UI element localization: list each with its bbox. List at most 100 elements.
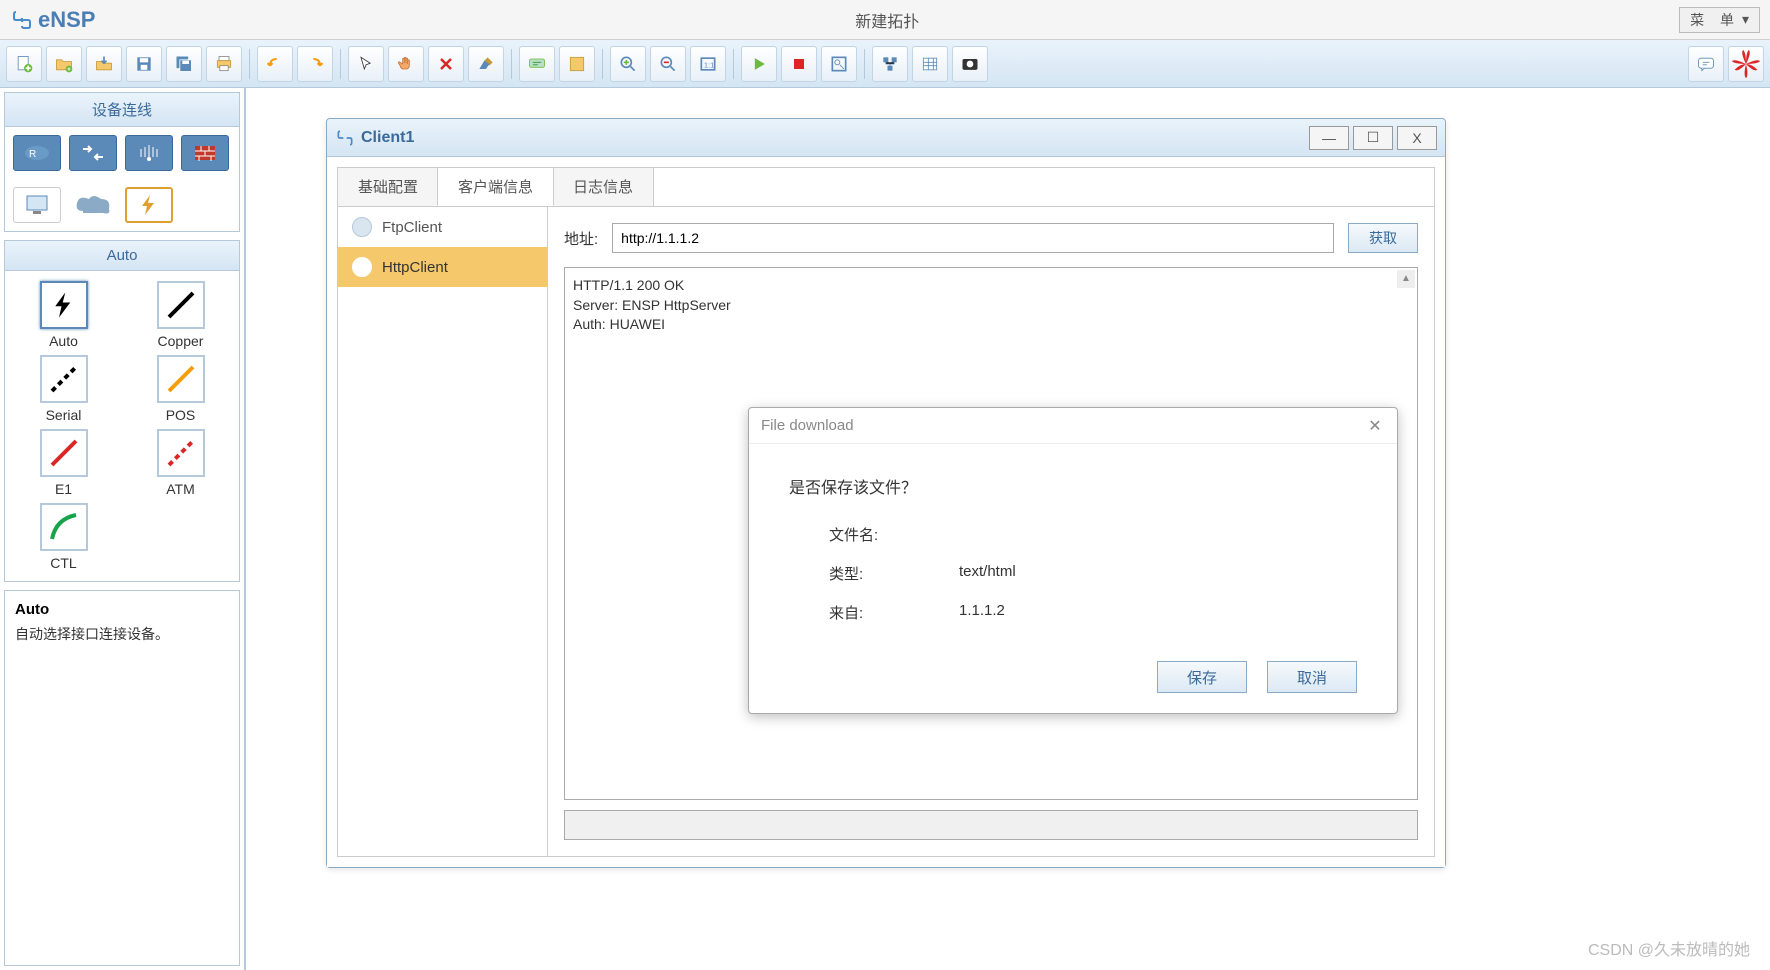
save-button[interactable]	[126, 46, 162, 82]
client-tabs: 基础配置 客户端信息 日志信息	[338, 168, 1434, 207]
pc-icon[interactable]	[13, 187, 61, 223]
save-file-button[interactable]: 保存	[1157, 661, 1247, 693]
screenshot-button[interactable]	[952, 46, 988, 82]
svg-text:1:1: 1:1	[704, 60, 714, 69]
svg-text:R: R	[29, 149, 36, 160]
cable-pos[interactable]: POS	[132, 355, 229, 423]
fit-button[interactable]: 1:1	[690, 46, 726, 82]
cable-auto[interactable]: Auto	[15, 281, 112, 349]
cable-label: POS	[166, 407, 196, 423]
type-value: text/html	[959, 563, 1016, 584]
open-button[interactable]	[46, 46, 82, 82]
response-text: HTTP/1.1 200 OK Server: ENSP HttpServer …	[573, 276, 1409, 335]
main-menu-button[interactable]: 菜 单	[1679, 7, 1760, 33]
help-button[interactable]	[1688, 46, 1724, 82]
sidebar-auto-header: Auto	[5, 241, 239, 271]
zoom-out-button[interactable]	[650, 46, 686, 82]
ensp-logo-icon	[10, 8, 34, 32]
wlan-icon[interactable]	[125, 135, 173, 171]
start-button[interactable]	[741, 46, 777, 82]
switch-icon[interactable]	[69, 135, 117, 171]
sidebar-description: Auto 自动选择接口连接设备。	[4, 590, 240, 966]
file-download-dialog: File download ✕ 是否保存该文件？ 文件名:	[748, 407, 1398, 714]
minimize-button[interactable]: —	[1309, 126, 1349, 150]
tab-log-info[interactable]: 日志信息	[552, 167, 654, 206]
cable-e1[interactable]: E1	[15, 429, 112, 497]
stop-button[interactable]	[781, 46, 817, 82]
close-button[interactable]: X	[1397, 126, 1437, 150]
client-window-title: Client1	[361, 129, 1305, 147]
cable-icon	[40, 503, 88, 551]
app-logo: eNSP	[10, 7, 95, 33]
toolbar: 1:1	[0, 40, 1770, 88]
from-value: 1.1.1.2	[959, 602, 1005, 623]
firewall-icon[interactable]	[181, 135, 229, 171]
zoom-in-button[interactable]	[610, 46, 646, 82]
app-name: eNSP	[38, 7, 95, 33]
cable-icon	[157, 281, 205, 329]
export-button[interactable]	[86, 46, 122, 82]
cable-label: ATM	[166, 481, 195, 497]
client-list: FtpClient HttpClient	[338, 207, 548, 856]
router-icon[interactable]: R	[13, 135, 61, 171]
document-title: 新建拓扑	[95, 8, 1679, 32]
dialog-title: File download	[761, 417, 1365, 434]
maximize-button[interactable]: ☐	[1353, 126, 1393, 150]
cable-icon	[157, 429, 205, 477]
scroll-up-icon[interactable]: ▲	[1397, 270, 1415, 288]
client-window: Client1 — ☐ X 基础配置 客户端信息 日志信息 FtpClient …	[326, 118, 1446, 868]
cable-serial[interactable]: Serial	[15, 355, 112, 423]
topology-button[interactable]	[872, 46, 908, 82]
broom-tool[interactable]	[468, 46, 504, 82]
type-label: 类型:	[829, 563, 959, 584]
filename-label: 文件名:	[829, 524, 959, 545]
cloud-icon[interactable]	[69, 187, 117, 223]
watermark: CSDN @久未放晴的她	[1588, 936, 1750, 960]
cable-icon	[157, 355, 205, 403]
client-window-titlebar[interactable]: Client1 — ☐ X	[327, 119, 1445, 157]
titlebar: eNSP 新建拓扑 菜 单	[0, 0, 1770, 40]
dialog-question: 是否保存该文件？	[789, 474, 1357, 498]
table-button[interactable]	[912, 46, 948, 82]
palette-tool[interactable]	[559, 46, 595, 82]
cable-label: Auto	[49, 333, 78, 349]
cable-copper[interactable]: Copper	[132, 281, 229, 349]
client-item-ftp[interactable]: FtpClient	[338, 207, 547, 247]
client-window-icon	[335, 128, 355, 148]
text-note-tool[interactable]	[519, 46, 555, 82]
pointer-tool[interactable]	[348, 46, 384, 82]
cancel-button[interactable]: 取消	[1267, 661, 1357, 693]
redo-button[interactable]	[297, 46, 333, 82]
huawei-logo-icon	[1728, 46, 1764, 82]
cable-atm[interactable]: ATM	[132, 429, 229, 497]
print-button[interactable]	[206, 46, 242, 82]
cable-label: E1	[55, 481, 72, 497]
address-label: 地址:	[564, 228, 598, 249]
from-label: 来自:	[829, 602, 959, 623]
status-bar	[564, 810, 1418, 840]
tab-basic-config[interactable]: 基础配置	[337, 167, 439, 206]
desc-text: 自动选择接口连接设备。	[15, 624, 229, 645]
cable-label: CTL	[50, 555, 76, 571]
cable-icon	[40, 281, 88, 329]
fetch-button[interactable]: 获取	[1348, 223, 1418, 253]
undo-button[interactable]	[257, 46, 293, 82]
dialog-close-icon[interactable]: ✕	[1365, 416, 1385, 436]
capture-button[interactable]	[821, 46, 857, 82]
delete-tool[interactable]	[428, 46, 464, 82]
cable-label: Serial	[46, 407, 82, 423]
pan-tool[interactable]	[388, 46, 424, 82]
cable-icon	[40, 429, 88, 477]
new-button[interactable]	[6, 46, 42, 82]
sidebar: 设备连线 R Auto AutoCopperSerialPOSE1ATMCTL …	[0, 88, 246, 970]
client-item-http[interactable]: HttpClient	[338, 247, 547, 287]
save-as-button[interactable]	[166, 46, 202, 82]
desc-title: Auto	[15, 601, 229, 618]
sidebar-devices-header: 设备连线	[5, 93, 239, 127]
cable-icon	[40, 355, 88, 403]
cable-ctl[interactable]: CTL	[15, 503, 112, 571]
tab-client-info[interactable]: 客户端信息	[437, 167, 554, 206]
canvas-area[interactable]: Client1 — ☐ X 基础配置 客户端信息 日志信息 FtpClient …	[246, 88, 1770, 970]
address-input[interactable]	[612, 223, 1334, 253]
connection-icon[interactable]	[125, 187, 173, 223]
